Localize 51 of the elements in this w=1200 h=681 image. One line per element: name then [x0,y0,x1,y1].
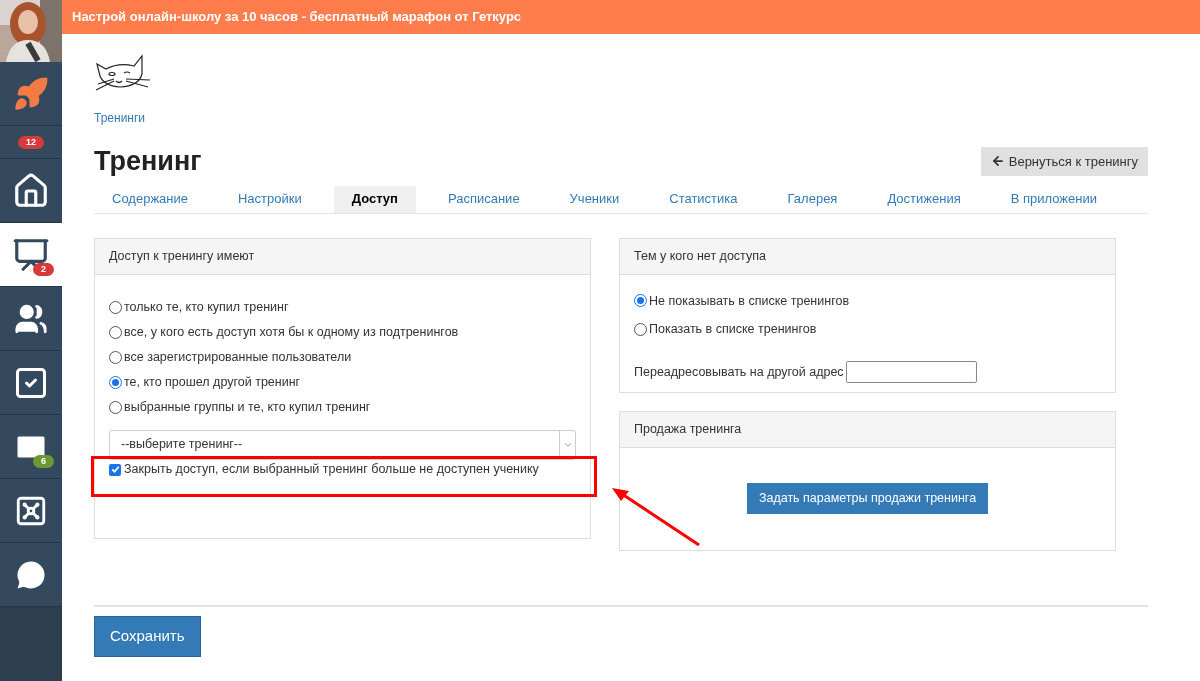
radio-button[interactable] [109,301,122,314]
redirect-label: Переадресовывать на другой адрес [634,363,844,381]
panel-title: Продажа тренинга [634,420,742,438]
sidebar-item[interactable] [0,351,62,415]
tab[interactable]: Достижения [869,185,979,213]
tab[interactable]: В приложении [992,185,1115,213]
radio-label: выбранные группы и те, кто купил тренинг [124,399,371,417]
back-button[interactable]: Вернуться к тренингу [980,146,1148,176]
redirect-input-field[interactable] [845,361,977,383]
radio-button[interactable] [109,351,122,364]
panel-title: Тем у кого нет доступа [634,247,766,265]
save-button[interactable]: Сохранить [94,615,201,657]
sidebar-item[interactable] [0,287,62,351]
promo-banner[interactable]: Настрой онлайн-школу за 10 часов - бесплатный марафон от Геткурс [62,0,1200,34]
arrow-left-icon [990,154,1005,169]
panel-title: Доступ к тренингу имеют [109,247,255,265]
rocket-icon [13,75,49,112]
sidebar-item[interactable]: 12 [0,126,62,159]
checkbox[interactable] [109,463,121,476]
radio-button[interactable] [634,323,647,337]
tab[interactable]: Содержание [94,185,206,213]
radio-label: все зарегистрированные пользователи [124,349,352,367]
tab[interactable]: Доступ [333,185,416,213]
radio-label: те, кто прошел другой тренинг [124,374,301,392]
radio-button[interactable] [634,294,647,308]
count-badge: 2 [33,263,54,276]
tab[interactable]: Настройки [220,185,320,213]
sidebar-item[interactable] [0,159,62,223]
breadcrumb-link[interactable]: Тренинги [94,109,146,127]
radio-label: только те, кто купил тренинг [124,299,289,317]
sidebar-item[interactable] [0,479,62,543]
page-title: Тренинг [94,145,202,178]
radio-button[interactable] [109,376,122,389]
sidebar-item[interactable] [0,543,62,607]
sidebar-item[interactable]: 2 [0,223,62,287]
radio-button[interactable] [109,326,122,339]
count-badge: 6 [33,455,54,468]
checkbox-label: Закрыть доступ, если выбранный тренинг больше не доступен ученику [124,461,539,479]
radio-label: Не показывать в списке тренингов [649,292,850,310]
sale-settings-button[interactable]: Задать параметры продажи тренинга [746,483,989,514]
radio-button[interactable] [109,401,122,414]
tab[interactable]: Ученики [551,185,638,213]
tab[interactable]: Галерея [769,185,856,213]
count-badge: 12 [18,135,44,149]
radio-label: Показать в списке тренингов [649,321,817,339]
home-icon [12,171,50,210]
training-select[interactable]: --выберите тренинг-- [109,429,576,460]
tab[interactable]: Расписание [429,185,538,213]
radio-label: все, у кого есть доступ хотя бы к одному из подтренингов [124,324,459,342]
tab[interactable]: Статистика [651,185,756,213]
sidebar-item[interactable]: 6 [0,415,62,479]
